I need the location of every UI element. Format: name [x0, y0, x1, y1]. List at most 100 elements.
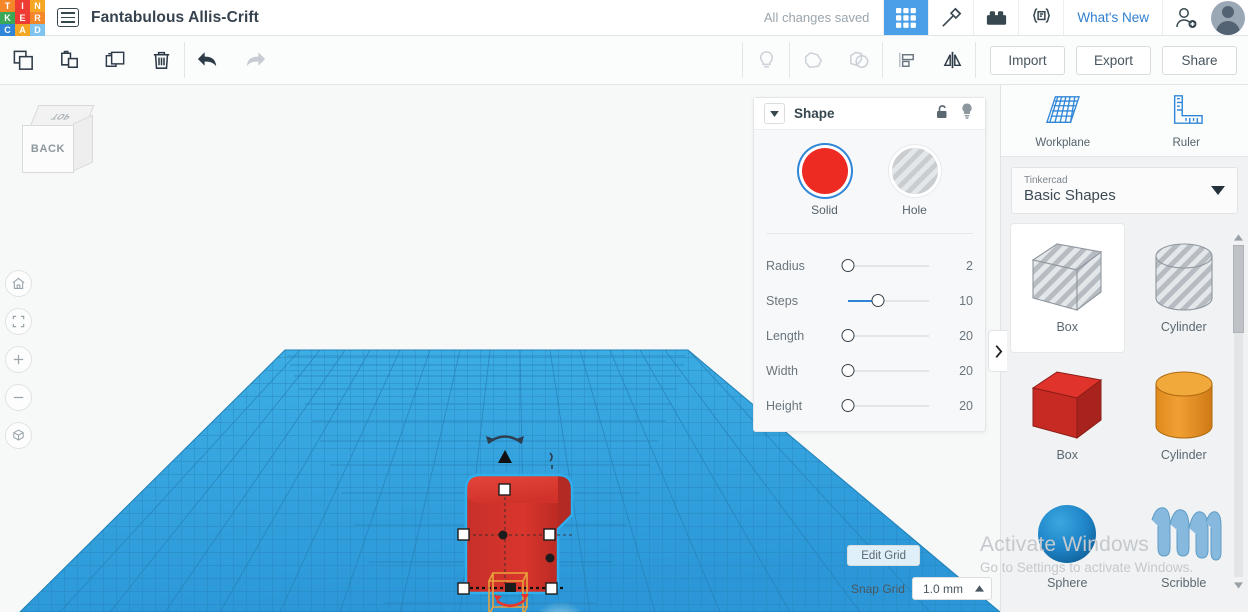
home-view-icon[interactable]: [5, 270, 32, 297]
collapse-panel-chevron[interactable]: [988, 330, 1007, 372]
slider-knob[interactable]: [841, 258, 855, 272]
shape-mode-hole[interactable]: Hole: [891, 148, 938, 217]
codeblocks-hammer-icon[interactable]: [928, 0, 973, 35]
import-button[interactable]: Import: [990, 45, 1065, 75]
logo-tile-d: D: [30, 24, 45, 36]
shape-item-box-red[interactable]: Box: [1011, 352, 1124, 480]
zoom-out-icon[interactable]: [5, 384, 32, 411]
slider-value[interactable]: 20: [933, 364, 973, 378]
slider-knob[interactable]: [841, 328, 855, 342]
align-icon[interactable]: [883, 36, 929, 85]
logo-tile-c: C: [0, 24, 15, 36]
shape-mode-solid[interactable]: Solid: [801, 148, 848, 217]
hole-swatch[interactable]: [891, 148, 938, 194]
main-menu-button[interactable]: [45, 0, 91, 35]
group-icon[interactable]: [790, 36, 836, 85]
slider-knob[interactable]: [841, 363, 855, 377]
brick-blocks-icon[interactable]: [973, 0, 1018, 35]
view-cube-front-face[interactable]: BACK: [22, 125, 74, 173]
copy-icon[interactable]: [0, 36, 46, 85]
document-title[interactable]: Fantabulous Allis-Crift: [91, 0, 259, 35]
slider-row-length: Length 20: [754, 318, 985, 353]
sidebar-tool-ruler[interactable]: Ruler: [1125, 85, 1248, 156]
cylinder-orange-thumbnail: [1140, 362, 1228, 450]
logo-tile-e: E: [15, 12, 30, 24]
shape-item-scribble-blue[interactable]: Scribble: [1128, 480, 1241, 608]
avatar[interactable]: [1208, 0, 1248, 36]
slider-track-width[interactable]: [841, 363, 933, 378]
share-button[interactable]: Share: [1162, 45, 1237, 75]
edit-toolbar: Import Export Share: [0, 36, 1248, 85]
sidebar-tool-label: Ruler: [1172, 136, 1200, 149]
shape-item-cylinder-orange[interactable]: Cylinder: [1128, 352, 1241, 480]
logo-tile-t: T: [0, 0, 15, 12]
slider-track-radius[interactable]: [841, 258, 933, 273]
avatar-image: [1211, 1, 1245, 35]
redo-icon[interactable]: [231, 36, 277, 85]
duplicate-icon[interactable]: [92, 36, 138, 85]
chevron-up-icon: [975, 585, 984, 592]
zoom-in-icon[interactable]: [5, 346, 32, 373]
shape-library-select[interactable]: Tinkercad Basic Shapes: [1011, 167, 1238, 214]
lightbulb-hint-icon[interactable]: [743, 36, 789, 85]
slider-label: Height: [766, 398, 803, 413]
shape-item-sphere-blue[interactable]: Sphere: [1011, 480, 1124, 608]
chevron-down-icon[interactable]: [764, 103, 785, 124]
grid-apps-icon[interactable]: [883, 0, 929, 35]
shape-item-label: Box: [1056, 448, 1079, 462]
shape-library-selector-wrap: Tinkercad Basic Shapes: [1001, 157, 1248, 222]
snap-grid-value: 1.0 mm: [922, 581, 963, 596]
tinkercad-logo[interactable]: TIN KER CAD: [0, 0, 45, 36]
slider-value[interactable]: 2: [933, 259, 973, 273]
lightbulb-icon[interactable]: [959, 102, 975, 125]
add-user-button[interactable]: [1162, 0, 1208, 35]
slider-row-radius: Radius 2: [754, 248, 985, 283]
shape-mode-selector: Solid Hole: [754, 148, 985, 233]
shape-item-label: Box: [1056, 320, 1079, 334]
slider-value[interactable]: 20: [933, 399, 973, 413]
slider-value[interactable]: 20: [933, 329, 973, 343]
shape-library-category: Tinkercad: [1024, 175, 1068, 186]
mirror-flip-icon[interactable]: [929, 36, 975, 85]
paste-icon[interactable]: [46, 36, 92, 85]
undo-icon[interactable]: [185, 36, 231, 85]
shape-library-value: Basic Shapes: [1024, 187, 1116, 204]
scrollbar-thumb[interactable]: [1233, 245, 1244, 333]
fit-to-view-icon[interactable]: [5, 308, 32, 335]
sidebar-scrollbar[interactable]: [1232, 231, 1244, 591]
slider-knob[interactable]: [841, 398, 855, 412]
edit-grid-button[interactable]: Edit Grid: [847, 545, 920, 566]
scribble-blue-thumbnail: [1140, 490, 1228, 578]
solid-swatch[interactable]: [801, 148, 848, 194]
shape-item-cylinder-hatched[interactable]: Cylinder: [1128, 224, 1241, 352]
scroll-down-arrow[interactable]: [1232, 579, 1244, 591]
sidebar-tool-workplane[interactable]: Workplane: [1001, 85, 1125, 156]
snap-grid-select[interactable]: 1.0 mm: [911, 577, 992, 600]
perspective-toggle-icon[interactable]: [5, 422, 32, 449]
shape-mode-label: Hole: [902, 203, 927, 217]
slider-row-height: Height 20: [754, 388, 985, 423]
export-button[interactable]: Export: [1076, 45, 1151, 75]
shape-item-label: Sphere: [1047, 576, 1088, 590]
shapes-grid: Box Cylinder Box Cylinder Sphere Scribbl…: [1001, 222, 1248, 608]
slider-value[interactable]: 10: [933, 294, 973, 308]
slider-label: Radius: [766, 258, 805, 273]
view-cube-side-face[interactable]: [73, 114, 93, 172]
selected-object-rounded-box[interactable]: [440, 425, 630, 612]
scroll-up-arrow[interactable]: [1232, 231, 1244, 243]
slider-track-height[interactable]: [841, 398, 933, 413]
slider-track-length[interactable]: [841, 328, 933, 343]
slider-label: Length: [766, 328, 805, 343]
code-brackets-icon[interactable]: [1018, 0, 1063, 35]
shapes-sidebar: Workplane Ruler Tinkercad Basic Shapes Bo…: [1000, 85, 1248, 612]
view-cube[interactable]: TOP BACK: [22, 105, 96, 177]
logo-tile-n: N: [30, 0, 45, 12]
ungroup-icon[interactable]: [836, 36, 882, 85]
delete-trash-icon[interactable]: [138, 36, 184, 85]
shape-item-box-hatched[interactable]: Box: [1011, 224, 1124, 352]
whats-new-link[interactable]: What's New: [1063, 0, 1162, 35]
slider-knob[interactable]: [871, 293, 885, 307]
slider-bar: [848, 334, 929, 337]
slider-track-steps[interactable]: [844, 293, 933, 308]
unlock-icon[interactable]: [934, 103, 950, 125]
